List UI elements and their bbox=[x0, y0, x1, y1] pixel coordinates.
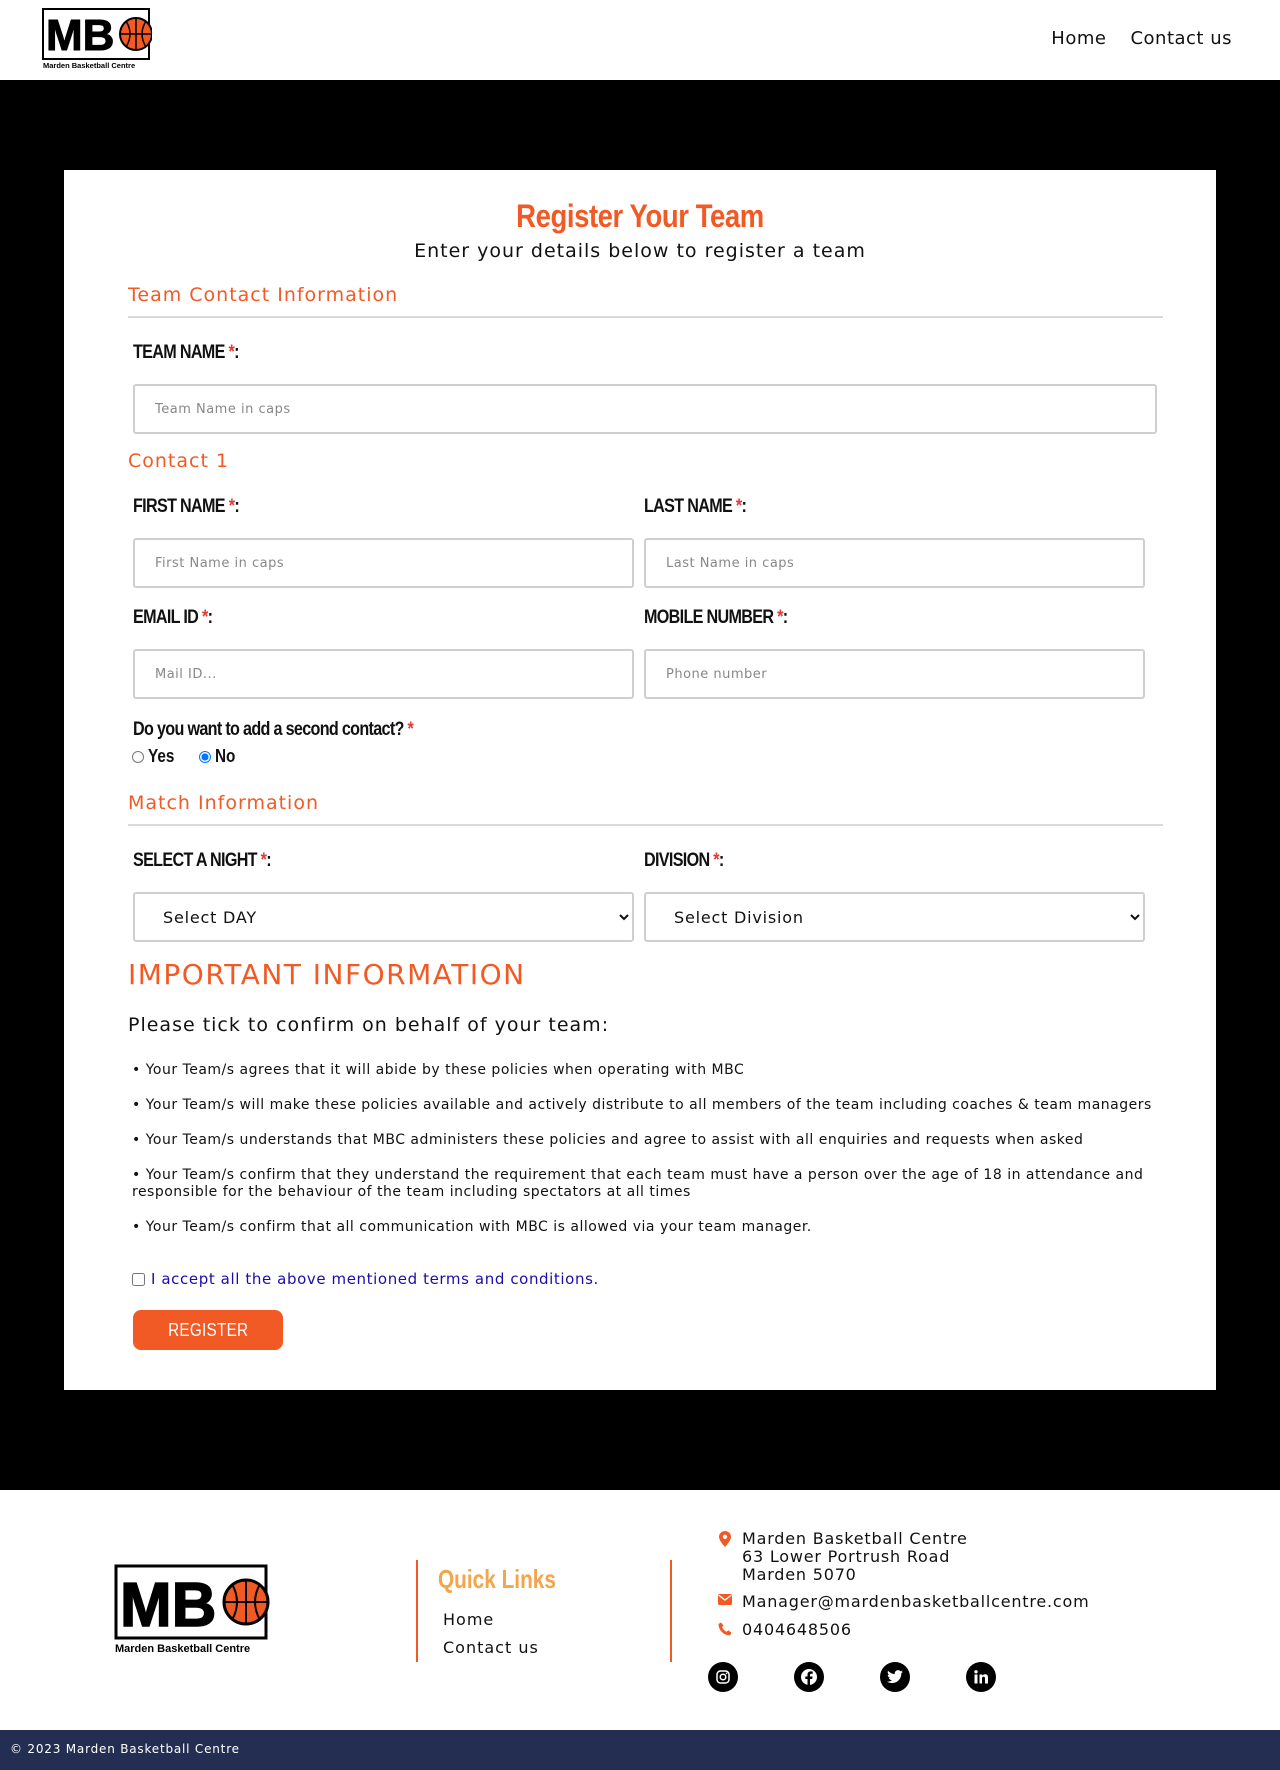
section-divider bbox=[128, 824, 1163, 826]
policy-item: • Your Team/s confirm that all communica… bbox=[132, 1219, 812, 1235]
confirm-text: Please tick to confirm on behalf of your… bbox=[128, 1014, 610, 1036]
mobile-label: MOBILE NUMBER *: bbox=[644, 607, 788, 628]
register-button[interactable]: REGISTER bbox=[133, 1310, 283, 1350]
accept-terms[interactable]: I accept all the above mentioned terms a… bbox=[132, 1270, 599, 1288]
division-select[interactable]: Select Division bbox=[644, 892, 1145, 942]
location-pin-icon bbox=[718, 1530, 732, 1547]
option-no[interactable]: No bbox=[199, 746, 239, 767]
phone-row: 0404648506 bbox=[718, 1621, 852, 1639]
last-name-label: LAST NAME *: bbox=[644, 496, 747, 517]
logo-caption: Marden Basketball Centre bbox=[43, 61, 135, 70]
email-row: Manager@mardenbasketballcentre.com bbox=[718, 1593, 1090, 1611]
policy-item: • Your Team/s will make these policies a… bbox=[132, 1097, 1152, 1113]
policy-list: • Your Team/s agrees that it will abide … bbox=[132, 1062, 1162, 1254]
address-line: Marden Basketball Centre bbox=[742, 1529, 968, 1548]
email-label: EMAIL ID *: bbox=[133, 607, 213, 628]
footer-mbc-logo[interactable]: MB Marden Basketball Centre bbox=[114, 1564, 270, 1656]
first-name-label: FIRST NAME *: bbox=[133, 496, 240, 517]
site-header: MB Marden Basketball Centre Home Contact… bbox=[0, 0, 1280, 80]
divider bbox=[416, 1560, 418, 1662]
footer-phone-link[interactable]: 0404648506 bbox=[742, 1621, 852, 1639]
registration-card: Register Your Team Enter your details be… bbox=[64, 170, 1216, 1390]
copyright-text: © 2023 Marden Basketball Centre bbox=[10, 1742, 240, 1756]
mbc-logo[interactable]: MB Marden Basketball Centre bbox=[42, 8, 152, 72]
policy-item: • Your Team/s confirm that they understa… bbox=[132, 1167, 1144, 1200]
footer-email-link[interactable]: Manager@mardenbasketballcentre.com bbox=[742, 1593, 1090, 1611]
twitter-icon[interactable] bbox=[880, 1662, 910, 1692]
divider bbox=[670, 1560, 672, 1662]
section-contact-1: Contact 1 bbox=[128, 450, 230, 472]
section-team-contact: Team Contact Information bbox=[128, 284, 399, 306]
page-subtitle: Enter your details below to register a t… bbox=[414, 240, 866, 262]
email-input[interactable] bbox=[133, 649, 634, 699]
mobile-input[interactable] bbox=[644, 649, 1145, 699]
main-nav: Home Contact us bbox=[1051, 28, 1232, 49]
copyright-bar: © 2023 Marden Basketball Centre bbox=[0, 1730, 1280, 1770]
night-label: SELECT A NIGHT *: bbox=[133, 850, 272, 871]
last-name-input[interactable] bbox=[644, 538, 1145, 588]
policy-item: • Your Team/s agrees that it will abide … bbox=[132, 1062, 745, 1078]
svg-text:MB: MB bbox=[46, 11, 114, 60]
linkedin-icon[interactable] bbox=[966, 1662, 996, 1692]
nav-home[interactable]: Home bbox=[1051, 28, 1106, 49]
option-yes[interactable]: Yes bbox=[132, 746, 179, 767]
svg-text:MB: MB bbox=[120, 1571, 216, 1640]
section-match-info: Match Information bbox=[128, 792, 319, 814]
site-footer: MB Marden Basketball Centre Quick Links … bbox=[0, 1490, 1280, 1730]
first-name-input[interactable] bbox=[133, 538, 634, 588]
address-line: 63 Lower Portrush Road bbox=[742, 1547, 951, 1566]
address-line: Marden 5070 bbox=[742, 1565, 857, 1584]
nav-contact-us[interactable]: Contact us bbox=[1130, 28, 1232, 49]
division-label: DIVISION *: bbox=[644, 850, 724, 871]
footer-link-home[interactable]: Home bbox=[443, 1610, 494, 1629]
radio-no[interactable] bbox=[199, 750, 212, 763]
team-name-label: TEAM NAME *: bbox=[133, 342, 239, 363]
page-title: Register Your Team bbox=[516, 198, 764, 234]
phone-icon bbox=[718, 1621, 732, 1636]
important-heading: IMPORTANT INFORMATION bbox=[128, 958, 526, 991]
section-divider bbox=[128, 316, 1163, 318]
accept-terms-checkbox[interactable] bbox=[132, 1272, 145, 1286]
facebook-icon[interactable] bbox=[794, 1662, 824, 1692]
second-contact-question: Do you want to add a second contact? * bbox=[133, 719, 414, 740]
address-row: Marden Basketball Centre 63 Lower Portru… bbox=[718, 1530, 968, 1584]
quick-links-title: Quick Links bbox=[438, 1564, 556, 1594]
accept-terms-label[interactable]: I accept all the above mentioned terms a… bbox=[151, 1270, 599, 1288]
night-select[interactable]: Select DAY bbox=[133, 892, 634, 942]
footer-logo-caption: Marden Basketball Centre bbox=[115, 1643, 250, 1655]
envelope-icon bbox=[718, 1593, 732, 1605]
social-links bbox=[708, 1662, 996, 1692]
policy-item: • Your Team/s understands that MBC admin… bbox=[132, 1132, 1084, 1148]
team-name-input[interactable] bbox=[133, 384, 1157, 434]
second-contact-options: Yes No bbox=[132, 746, 253, 767]
radio-yes[interactable] bbox=[132, 750, 144, 763]
instagram-icon[interactable] bbox=[708, 1662, 738, 1692]
footer-link-contact[interactable]: Contact us bbox=[443, 1638, 539, 1657]
